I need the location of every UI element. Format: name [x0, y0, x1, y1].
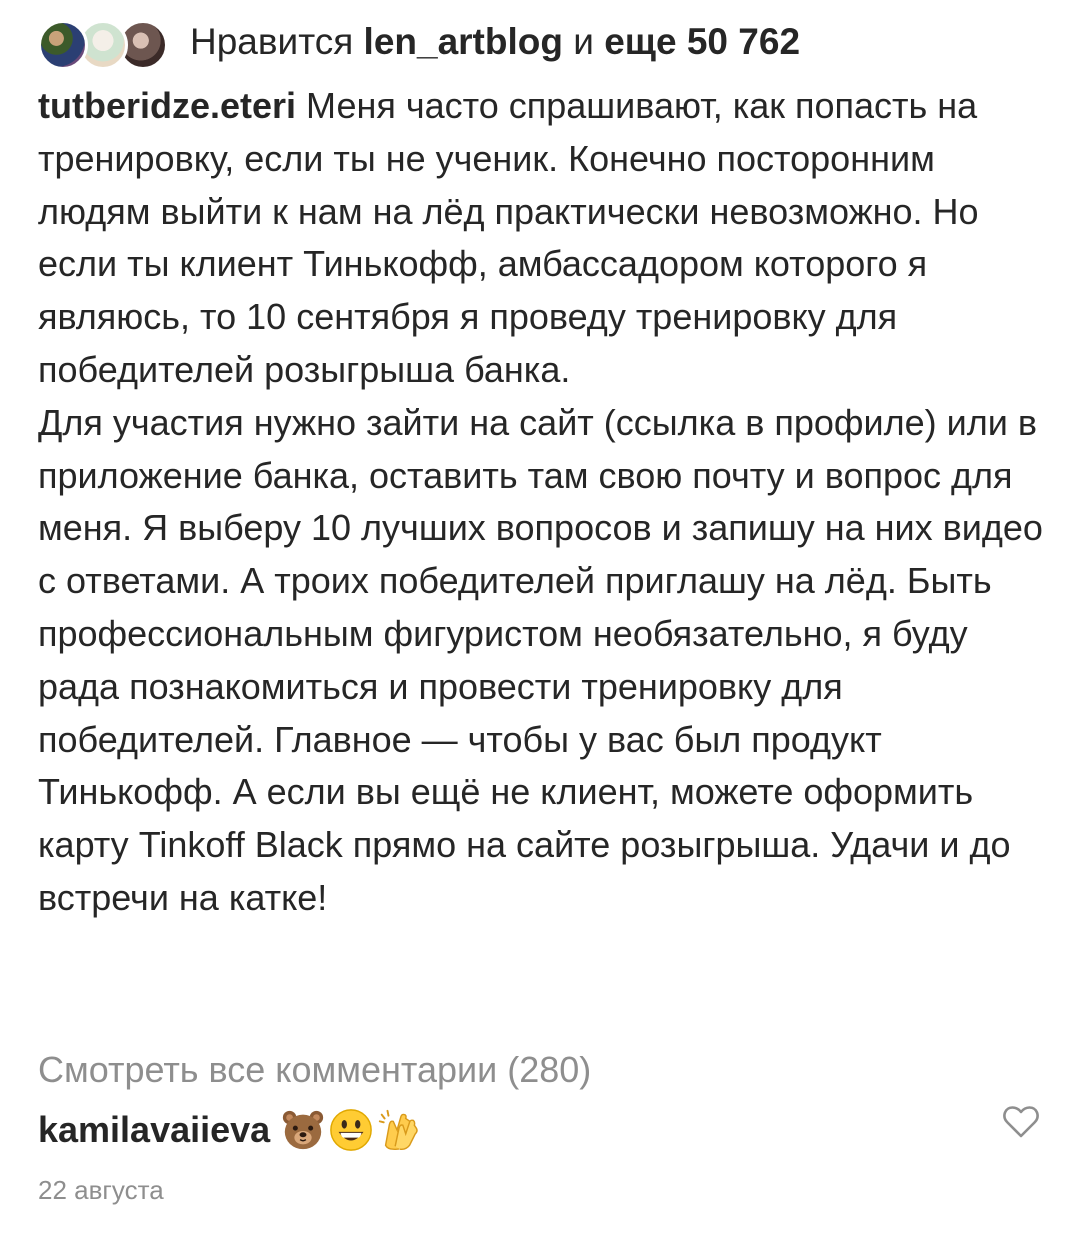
post-caption: tutberidze.eteri Меня часто спрашивают, …: [38, 80, 1048, 925]
view-all-comments-link[interactable]: Смотреть все комментарии (280): [38, 1044, 591, 1096]
liker-username[interactable]: len_artblog: [364, 21, 563, 62]
likes-prefix: Нравится: [190, 21, 364, 62]
bear-face-emoji: [283, 1110, 324, 1150]
comment-date: 22 августа: [38, 1175, 164, 1205]
likes-row: Нравится len_artblog и еще 50 762: [38, 14, 800, 70]
comment-emojis: [280, 1107, 424, 1153]
comment-username[interactable]: kamilavaiieva: [38, 1109, 270, 1151]
caption-author[interactable]: tutberidze.eteri: [38, 85, 296, 126]
grinning-face-emoji: [330, 1109, 373, 1151]
likes-middle: и: [562, 21, 605, 62]
comment-row: kamilavaiieva: [38, 1100, 424, 1160]
clapping-hands-emoji: [379, 1109, 418, 1151]
avatar[interactable]: [38, 20, 88, 70]
likes-summary[interactable]: Нравится len_artblog и еще 50 762: [190, 14, 800, 70]
liker-avatars[interactable]: [38, 14, 176, 70]
caption-text: Меня часто спрашивают, как попасть на тр…: [38, 85, 1043, 918]
likes-count[interactable]: еще 50 762: [604, 21, 800, 62]
heart-outline-icon[interactable]: [1001, 1102, 1041, 1142]
